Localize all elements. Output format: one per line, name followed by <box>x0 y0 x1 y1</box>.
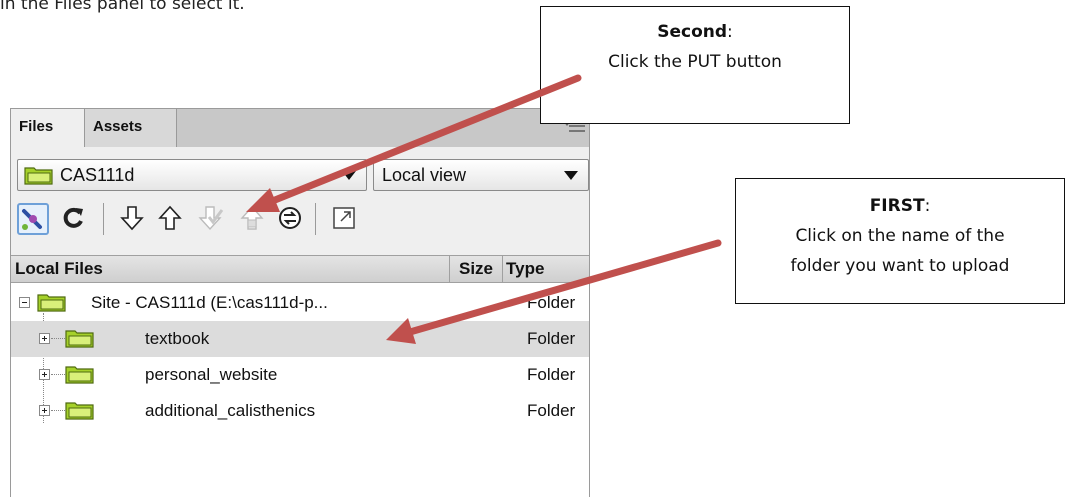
arrow-to-textbook-folder <box>406 239 722 336</box>
annotation-arrows <box>246 74 722 344</box>
arrow-head-put <box>246 188 280 212</box>
arrow-to-put-button <box>266 74 582 206</box>
arrow-head-textbook <box>386 318 416 344</box>
